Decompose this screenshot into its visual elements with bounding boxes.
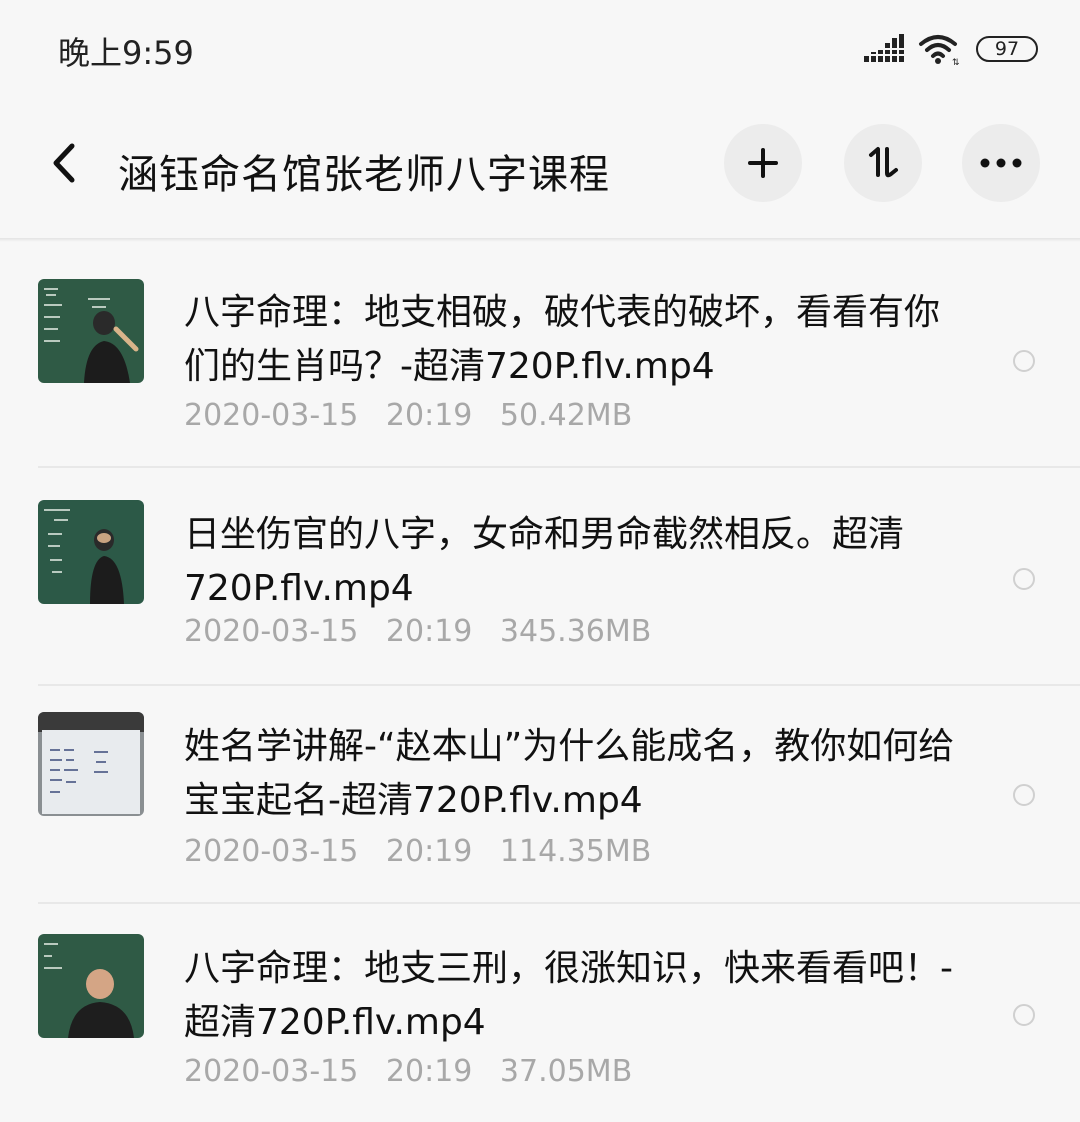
file-name: 姓名学讲解-“赵本山”为什么能成名，教你如何给宝宝起名-超清720P.flv.m… — [184, 726, 955, 821]
page-title: 涵钰命名馆张老师八字课程 — [118, 152, 610, 198]
file-time: 20:19 — [385, 834, 473, 869]
video-thumbnail — [38, 712, 144, 816]
select-checkbox[interactable] — [1013, 568, 1035, 590]
back-arrow-icon[interactable] — [44, 138, 84, 188]
add-button[interactable] — [724, 124, 802, 202]
file-row[interactable]: 日坐伤官的八字，女命和男命截然相反。超清720P.flv.mp4 2020-03… — [0, 468, 1080, 686]
video-thumbnail — [38, 279, 144, 383]
file-name: 八字命理：地支相破，破代表的破坏，看看有你们的生肖吗？-超清720P.flv.m… — [184, 292, 941, 387]
file-row[interactable]: 姓名学讲解-“赵本山”为什么能成名，教你如何给宝宝起名-超清720P.flv.m… — [0, 686, 1080, 904]
file-date: 2020-03-15 — [184, 614, 359, 649]
file-size: 345.36MB — [499, 614, 652, 649]
file-date: 2020-03-15 — [184, 1054, 359, 1089]
sort-button[interactable] — [844, 124, 922, 202]
file-size: 50.42MB — [499, 398, 633, 433]
file-meta: 2020-03-15 20:19 345.36MB — [184, 614, 651, 649]
select-checkbox[interactable] — [1013, 784, 1035, 806]
plus-icon — [748, 148, 778, 178]
file-name: 日坐伤官的八字，女命和男命截然相反。超清720P.flv.mp4 — [184, 514, 905, 609]
status-icons: ⇅ 97 — [864, 32, 1038, 66]
file-name: 八字命理：地支三刑，很涨知识，快来看看吧！-超清720P.flv.mp4 — [184, 948, 953, 1043]
file-size: 114.35MB — [499, 834, 652, 869]
status-bar: 晚上9:59 ⇅ 97 — [0, 0, 1080, 100]
file-time: 20:19 — [385, 398, 473, 433]
file-time: 20:19 — [385, 1054, 473, 1089]
file-row[interactable]: 八字命理：地支相破，破代表的破坏，看看有你们的生肖吗？-超清720P.flv.m… — [0, 250, 1080, 468]
file-size: 37.05MB — [499, 1054, 633, 1089]
file-row[interactable]: 八字命理：地支三刑，很涨知识，快来看看吧！-超清720P.flv.mp4 202… — [0, 904, 1080, 1122]
svg-text:⇅: ⇅ — [952, 58, 960, 66]
file-date: 2020-03-15 — [184, 398, 359, 433]
signal-icon — [864, 34, 904, 62]
file-time: 20:19 — [385, 614, 473, 649]
more-dots-icon — [980, 158, 1022, 168]
file-meta: 2020-03-15 20:19 50.42MB — [184, 398, 632, 433]
more-options-button[interactable] — [962, 124, 1040, 202]
header: 涵钰命名馆张老师八字课程 — [0, 110, 1080, 220]
video-thumbnail — [38, 934, 144, 1038]
select-checkbox[interactable] — [1013, 350, 1035, 372]
status-time: 晚上9:59 — [58, 34, 194, 72]
header-divider — [0, 238, 1080, 242]
wifi-icon: ⇅ — [919, 35, 960, 66]
sort-icon — [869, 147, 898, 178]
file-meta: 2020-03-15 20:19 114.35MB — [184, 834, 651, 869]
video-thumbnail — [38, 500, 144, 604]
select-checkbox[interactable] — [1013, 1004, 1035, 1026]
file-date: 2020-03-15 — [184, 834, 359, 869]
battery-indicator: 97 — [976, 36, 1038, 62]
file-meta: 2020-03-15 20:19 37.05MB — [184, 1054, 632, 1089]
